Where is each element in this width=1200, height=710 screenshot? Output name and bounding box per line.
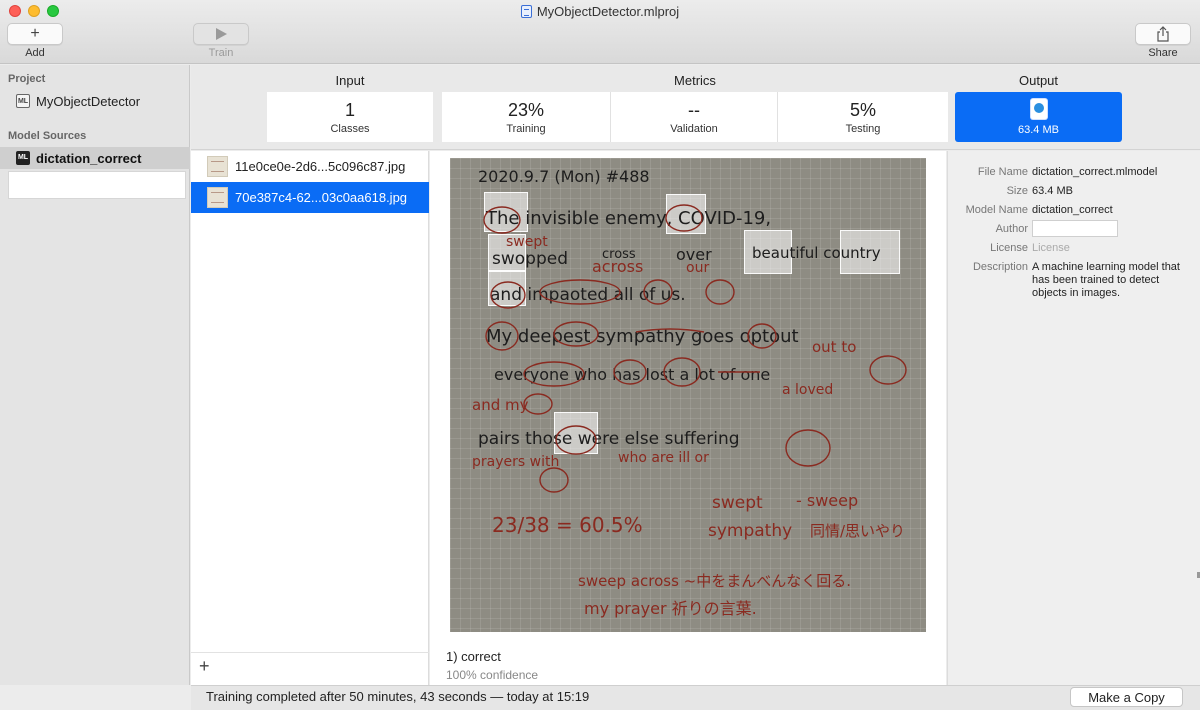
note-text: sympathy	[708, 521, 792, 541]
handwriting-layer: 2020.9.7 (Mon) #488 The invisible enemy,…	[472, 167, 907, 618]
prediction-confidence: 100% confidence	[446, 668, 539, 682]
correction-text: who are ill or	[618, 450, 709, 466]
model-name-value: dictation_correct	[1032, 204, 1113, 216]
document-icon	[520, 5, 532, 18]
author-field[interactable]	[1032, 220, 1118, 237]
file-name-key: File Name	[977, 166, 1028, 178]
correction-text: across	[592, 257, 643, 276]
correction-text: prayers with	[472, 454, 559, 470]
classes-label: Classes	[330, 123, 370, 135]
correction-text: our	[686, 260, 709, 276]
share-icon	[1157, 26, 1169, 42]
handwriting-line: beautiful country	[752, 244, 881, 262]
license-field[interactable]: License	[1032, 242, 1190, 255]
handwriting-line: swopped	[492, 249, 568, 269]
input-title: Input	[335, 73, 365, 88]
add-button[interactable]: +	[7, 23, 63, 45]
project-header: Project	[8, 73, 46, 85]
classes-value: 1	[344, 100, 355, 120]
correction-circle	[539, 467, 569, 493]
play-icon	[216, 28, 227, 40]
sidebar-item-model-source[interactable]: ML dictation_correct	[0, 147, 190, 169]
model-source-name: dictation_correct	[36, 150, 142, 166]
tab-training[interactable]: 23% Training	[442, 92, 610, 142]
file-name-value: dictation_correct.mlmodel	[1032, 166, 1158, 178]
description-key: Description	[972, 261, 1028, 273]
note-text: my prayer 祈りの言葉.	[584, 599, 757, 618]
add-file-button[interactable]: +	[199, 656, 210, 677]
window-title: MyObjectDetector.mlproj	[0, 4, 1200, 19]
testing-value: 5%	[849, 100, 876, 120]
size-value: 63.4 MB	[1032, 185, 1073, 197]
mlmodel-file-icon	[1030, 98, 1047, 119]
tab-validation[interactable]: -- Validation	[611, 92, 777, 142]
handwriting-line: The invisible enemy, COVID-19,	[485, 208, 771, 229]
status-text: Training completed after 50 minutes, 43 …	[206, 689, 590, 704]
validation-label: Validation	[670, 123, 718, 135]
window-title-text: MyObjectDetector.mlproj	[536, 4, 680, 19]
training-label: Training	[506, 123, 546, 135]
model-sources-header: Model Sources	[8, 130, 87, 142]
tab-output[interactable]: 63.4 MB	[955, 92, 1122, 142]
tab-testing[interactable]: 5% Testing	[778, 92, 948, 142]
project-file-icon: ML	[16, 94, 30, 108]
model-name-key: Model Name	[965, 204, 1028, 216]
note-text: 同情/思いやり	[810, 522, 905, 540]
training-value: 23%	[507, 100, 545, 120]
project-name: MyObjectDetector	[36, 93, 141, 109]
make-a-copy-button[interactable]: Make a Copy	[1070, 687, 1183, 707]
description-value: A machine learning model that has been t…	[1032, 261, 1180, 299]
handwriting-line: and impaoted all of us.	[490, 285, 686, 305]
tab-input-classes[interactable]: 1 Classes	[267, 92, 433, 142]
correction-text: swept	[506, 234, 548, 250]
testing-label: Testing	[845, 123, 881, 135]
model-source-icon: ML	[16, 151, 30, 165]
train-button[interactable]	[193, 23, 249, 45]
correction-text: a loved	[782, 382, 833, 398]
validation-value: --	[688, 100, 700, 120]
status-bar: Training completed after 50 minutes, 43 …	[191, 685, 1200, 710]
preview-image[interactable]: 2020.9.7 (Mon) #488 The invisible enemy,…	[450, 158, 926, 632]
image-thumbnail	[207, 156, 228, 177]
image-thumbnail	[207, 187, 228, 208]
list-item[interactable]: 11e0ce0e-2d6...5c096c87.jpg	[191, 151, 429, 182]
license-key: License	[990, 242, 1028, 254]
sidebar-item-project[interactable]: ML MyObjectDetector	[0, 90, 190, 112]
output-title: Output	[1018, 73, 1059, 88]
correction-circle	[785, 429, 831, 467]
score-text: 23/38 = 60.5%	[492, 513, 643, 537]
sidebar: Project ML MyObjectDetector Model Source…	[0, 65, 190, 685]
metrics-title: Metrics	[674, 73, 716, 88]
file-list: 11e0ce0e-2d6...5c096c87.jpg 70e387c4-62.…	[191, 151, 429, 685]
correction-circle	[869, 355, 907, 385]
share-label: Share	[1148, 47, 1178, 59]
prediction-label: 1) correct	[446, 649, 501, 664]
handwriting-line: everyone who has lost a lot of one	[494, 365, 770, 384]
note-text: swept	[712, 493, 763, 513]
output-size: 63.4 MB	[1018, 123, 1059, 136]
image-preview-pane: 2020.9.7 (Mon) #488 The invisible enemy,…	[430, 151, 946, 685]
model-source-name-field[interactable]	[8, 171, 186, 199]
handwriting-line: pairs those were else suffering	[478, 429, 740, 449]
app-window: MyObjectDetector.mlproj + Add Train Shar…	[0, 0, 1200, 710]
train-label: Train	[208, 47, 234, 59]
correction-text: out to	[812, 338, 856, 356]
file-name: 11e0ce0e-2d6...5c096c87.jpg	[235, 159, 406, 174]
list-item[interactable]: 70e387c4-62...03c0aa618.jpg	[191, 182, 429, 213]
model-info-panel: File Name dictation_correct.mlmodel Size…	[947, 151, 1200, 685]
author-key: Author	[995, 223, 1028, 235]
plus-icon: +	[30, 25, 40, 42]
correction-circle	[705, 279, 735, 305]
add-label: Add	[25, 47, 45, 59]
size-key: Size	[1006, 185, 1028, 197]
note-text: - sweep	[796, 491, 858, 510]
handwriting-line: 2020.9.7 (Mon) #488	[478, 167, 650, 186]
correction-text: and my	[472, 396, 529, 414]
toolbar: MyObjectDetector.mlproj + Add Train Shar…	[0, 0, 1200, 64]
share-button[interactable]	[1135, 23, 1191, 45]
file-name: 70e387c4-62...03c0aa618.jpg	[235, 190, 408, 205]
note-text: sweep across ~中をまんべんなく回る.	[578, 572, 851, 590]
divider	[191, 652, 429, 653]
metrics-header: Input Metrics Output 1 Classes 23% Train…	[191, 65, 1200, 150]
